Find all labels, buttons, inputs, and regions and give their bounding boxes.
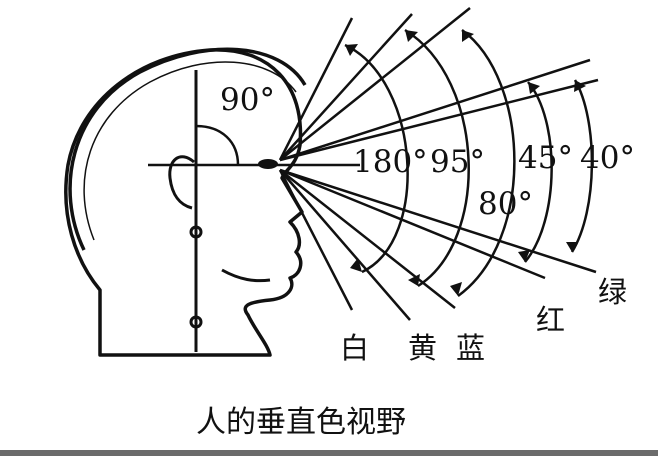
label-white: 白	[340, 331, 369, 365]
arrow-white-bottom	[350, 258, 362, 272]
sight-rays-lower	[278, 168, 597, 321]
label-yellow-angle: 95°	[430, 144, 485, 180]
ninety-degree-arc	[195, 124, 240, 166]
label-red: 红	[536, 303, 565, 337]
bottom-divider-bar	[0, 450, 658, 456]
label-green: 绿	[598, 275, 627, 309]
label-green-angle: 40°	[580, 140, 635, 176]
diagram-caption: 人的垂直色视野	[196, 405, 406, 440]
label-blue-angle: 80°	[478, 186, 533, 222]
vertical-color-visual-field-diagram: 90° 180° 95° 80° 45° 40° 白 黄 蓝 红 绿 人的垂直色…	[64, 7, 635, 440]
label-yellow: 黄	[408, 331, 437, 365]
label-white-angle: 180°	[353, 144, 428, 180]
jaw-line	[221, 268, 271, 283]
label-blue: 蓝	[456, 331, 485, 365]
eye	[258, 159, 278, 169]
hair-arc	[68, 47, 307, 251]
label-90-degrees: 90°	[220, 82, 275, 118]
label-red-angle: 45°	[518, 140, 573, 176]
arrow-yellow-top	[405, 30, 418, 42]
